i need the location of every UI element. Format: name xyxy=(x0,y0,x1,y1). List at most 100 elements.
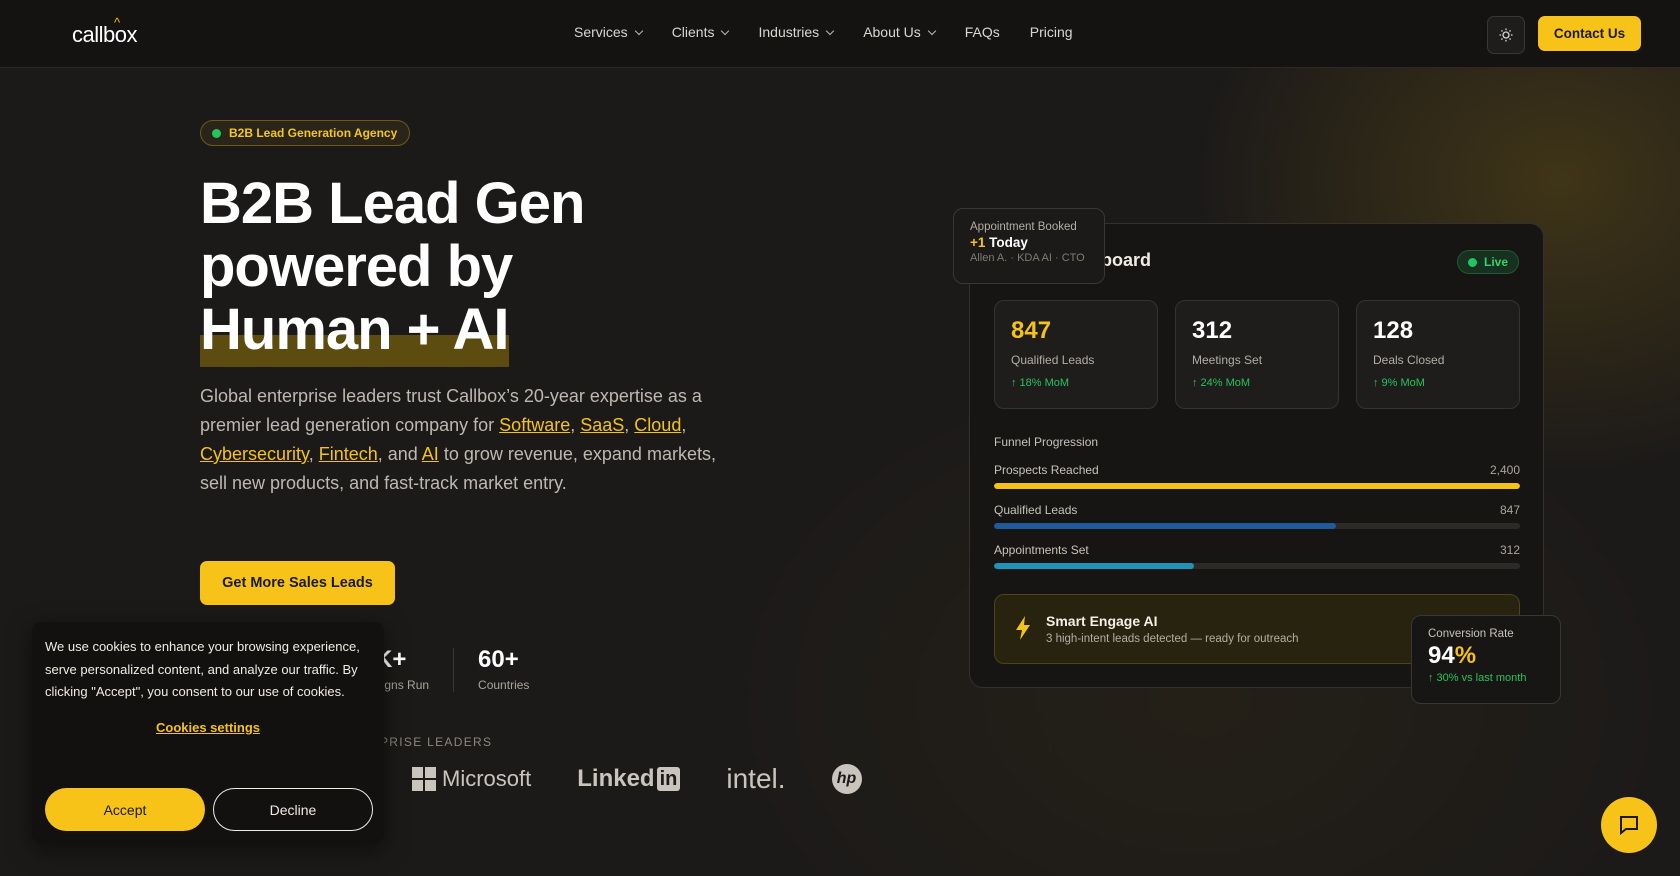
desc-sep: , and xyxy=(377,444,422,464)
stat-divider xyxy=(453,648,455,692)
funnel-track xyxy=(994,483,1520,489)
funnel-row-appointments: Appointments Set 312 xyxy=(994,543,1520,569)
theme-toggle-button[interactable] xyxy=(1487,16,1525,54)
link-ai[interactable]: AI xyxy=(422,444,439,464)
link-cybersecurity[interactable]: Cybersecurity xyxy=(200,444,309,464)
logo-text: callbox xyxy=(72,22,137,47)
microsoft-text: Microsoft xyxy=(442,766,532,791)
hero-description: Global enterprise leaders trust Callbox’… xyxy=(200,382,720,498)
intel-logo: intel. xyxy=(726,763,786,794)
link-cloud[interactable]: Cloud xyxy=(634,415,681,435)
conversion-label: Conversion Rate xyxy=(1428,628,1514,640)
live-badge: Live xyxy=(1456,250,1519,274)
metric-cards: 847 Qualified Leads ↑ 18% MoM 312 Meetin… xyxy=(994,300,1520,409)
link-software[interactable]: Software xyxy=(499,415,570,435)
appointment-booked-card: Appointment Booked +1 Today Allen A. · K… xyxy=(953,208,1105,284)
hero-stats: K+ aigns Run 60+ Countries xyxy=(375,646,553,692)
conversion-change: ↑ 30% vs last month xyxy=(1428,672,1527,684)
trusted-by-label: PRISE LEADERS xyxy=(380,735,493,749)
linkedin-box: in xyxy=(656,767,681,791)
metric-card-qualified-leads: 847 Qualified Leads ↑ 18% MoM xyxy=(994,300,1158,409)
card-label: Qualified Leads xyxy=(1011,353,1095,367)
get-more-sales-leads-button[interactable]: Get More Sales Leads xyxy=(200,561,395,605)
card-change: ↑ 9% MoM xyxy=(1373,377,1425,389)
card-change: ↑ 24% MoM xyxy=(1192,377,1251,389)
decline-cookies-button[interactable]: Decline xyxy=(213,788,373,831)
nav-industries-label: Industries xyxy=(758,24,820,40)
cookie-buttons: Accept Decline xyxy=(45,788,373,831)
conversion-value: 94% xyxy=(1428,642,1544,670)
card-label: Meetings Set xyxy=(1192,353,1263,367)
chevron-down-icon xyxy=(825,26,835,35)
accept-cookies-button[interactable]: Accept xyxy=(45,788,205,831)
conversion-rate-card: Conversion Rate 94% ↑ 30% vs last month xyxy=(1411,615,1561,704)
stat-label: Countries xyxy=(478,678,530,692)
hero-title-line-2: powered by xyxy=(200,234,513,299)
stat-countries: 60+ Countries xyxy=(478,646,553,692)
appointment-label: Appointment Booked xyxy=(970,221,1077,233)
desc-sep: , xyxy=(570,415,581,435)
metric-card-meetings-set: 312 Meetings Set ↑ 24% MoM xyxy=(1175,300,1339,409)
hp-logo: hp xyxy=(831,764,862,794)
stat-campaigns: K+ aigns Run xyxy=(375,646,453,692)
funnel-title: Funnel Progression xyxy=(994,435,1099,449)
nav-industries[interactable]: Industries xyxy=(758,24,835,40)
funnel-fill xyxy=(994,483,1520,489)
nav-pricing-label: Pricing xyxy=(1029,24,1073,40)
green-dot-icon xyxy=(212,129,221,138)
nav-faqs[interactable]: FAQs xyxy=(965,24,1000,40)
smart-engage-title: Smart Engage AI xyxy=(1046,613,1158,629)
linkedin-logo: Linked in xyxy=(577,765,681,793)
funnel-label: Appointments Set xyxy=(994,543,1089,557)
link-saas[interactable]: SaaS xyxy=(580,415,624,435)
nav-about-us[interactable]: About Us xyxy=(863,24,937,40)
funnel-value: 847 xyxy=(1499,503,1520,517)
client-logos: Microsoft Linked in intel. hp xyxy=(412,763,862,795)
cookies-settings-link[interactable]: Cookies settings xyxy=(45,720,371,735)
funnel-label: Prospects Reached xyxy=(994,463,1099,477)
microsoft-logo: Microsoft xyxy=(412,766,531,792)
funnel-value: 2,400 xyxy=(1489,463,1520,477)
contact-us-button[interactable]: Contact Us xyxy=(1538,16,1641,51)
appointment-person: Allen A. · KDA AI · CTO xyxy=(970,252,1085,264)
callbox-logo[interactable]: ^ callbox xyxy=(72,15,137,48)
chat-bubble-icon xyxy=(1620,816,1638,836)
hero-title-highlight: Human + AI xyxy=(200,297,510,367)
card-value: 128 xyxy=(1373,317,1414,344)
live-dot-icon xyxy=(1467,258,1477,267)
nav-clients[interactable]: Clients xyxy=(671,24,730,40)
top-navbar: ^ callbox Services Clients Industries Ab… xyxy=(0,0,1680,68)
chevron-down-icon xyxy=(634,26,643,35)
live-label: Live xyxy=(1483,255,1508,269)
cookie-text: We use cookies to enhance your browsing … xyxy=(45,639,360,699)
hero-title: B2B Lead Gen powered by Human + AI xyxy=(200,171,760,367)
nav-pricing[interactable]: Pricing xyxy=(1030,24,1073,40)
card-label: Deals Closed xyxy=(1373,353,1445,367)
logo-caret-icon: ^ xyxy=(114,15,120,30)
funnel-fill xyxy=(994,563,1194,569)
hero-title-line-1: B2B Lead Gen xyxy=(200,171,585,236)
nav-clients-label: Clients xyxy=(671,24,715,40)
sun-icon xyxy=(1499,28,1513,42)
hero-badge-text: B2B Lead Generation Agency xyxy=(229,126,398,140)
chevron-down-icon xyxy=(721,26,730,35)
metric-card-deals-closed: 128 Deals Closed ↑ 9% MoM xyxy=(1356,300,1520,409)
card-change: ↑ 18% MoM xyxy=(1011,377,1070,389)
chevron-down-icon xyxy=(927,26,937,35)
nav-services-label: Services xyxy=(574,24,628,40)
lightning-bolt-icon xyxy=(1016,616,1030,640)
funnel-fill xyxy=(994,523,1336,529)
hero-badge: B2B Lead Generation Agency xyxy=(200,120,411,146)
chat-button[interactable] xyxy=(1601,797,1657,853)
linkedin-text: Linked xyxy=(577,765,655,792)
link-fintech[interactable]: Fintech xyxy=(319,444,378,464)
nav-services[interactable]: Services xyxy=(574,24,643,40)
main-menu: Services Clients Industries About Us FAQ… xyxy=(574,24,1073,40)
funnel-track xyxy=(994,523,1520,529)
card-value: 312 xyxy=(1192,317,1233,344)
funnel-value: 312 xyxy=(1499,543,1520,557)
stat-value: 60+ xyxy=(478,646,519,673)
funnel-track xyxy=(994,563,1520,569)
appointment-plus: +1 xyxy=(970,235,986,250)
smart-engage-subtitle: 3 high-intent leads detected — ready for… xyxy=(1046,633,1299,645)
